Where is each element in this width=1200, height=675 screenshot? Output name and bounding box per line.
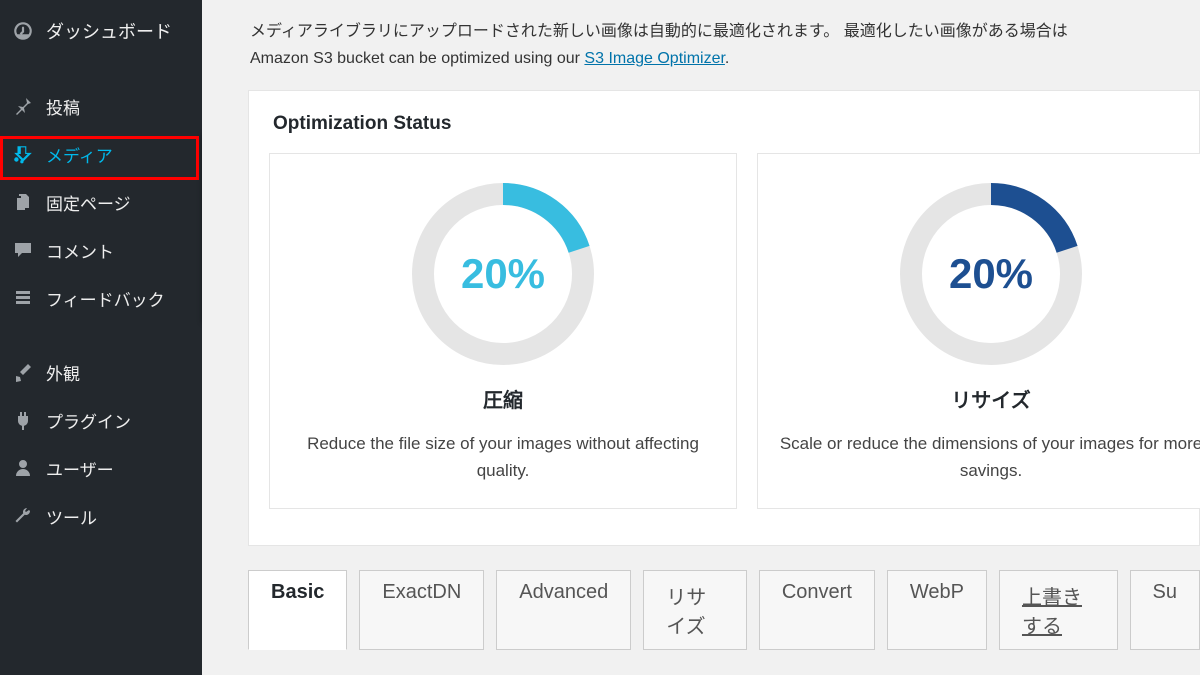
main-content: メディアライブラリにアップロードされた新しい画像は自動的に最適化されます。 最適… xyxy=(202,0,1200,675)
intro-line1: メディアライブラリにアップロードされた新しい画像は自動的に最適化されます。 最適… xyxy=(250,23,1068,40)
sidebar-item-dashboard[interactable]: ダッシュボード xyxy=(0,0,202,56)
sidebar-item-media[interactable]: メディア xyxy=(0,130,202,178)
media-icon xyxy=(12,143,34,165)
sidebar-item-appearance[interactable]: 外観 xyxy=(0,348,202,396)
compress-card: 20% 圧縮 Reduce the file size of your imag… xyxy=(269,153,737,509)
status-cards: 20% 圧縮 Reduce the file size of your imag… xyxy=(269,153,1179,509)
sidebar-item-plugins[interactable]: プラグイン xyxy=(0,396,202,444)
sidebar-item-label: コメント xyxy=(46,238,114,263)
sidebar-item-users[interactable]: ユーザー xyxy=(0,444,202,492)
tab-resize[interactable]: リサイズ xyxy=(643,570,747,650)
sidebar-item-comments[interactable]: コメント xyxy=(0,226,202,274)
resize-percent: 20% xyxy=(891,174,1091,374)
resize-card: 20% リサイズ Scale or reduce the dimensions … xyxy=(757,153,1200,509)
wrench-icon xyxy=(12,505,34,527)
resize-ring-chart: 20% xyxy=(891,174,1091,374)
compress-desc: Reduce the file size of your images with… xyxy=(290,431,716,484)
tab-convert[interactable]: Convert xyxy=(759,570,875,650)
tab-exactdn[interactable]: ExactDN xyxy=(359,570,484,650)
tab-basic[interactable]: Basic xyxy=(248,570,347,650)
panel-title: Optimization Status xyxy=(273,113,1179,135)
sidebar-item-label: ダッシュボード xyxy=(46,18,172,44)
sidebar-item-label: メディア xyxy=(46,142,113,167)
sidebar-item-label: プラグイン xyxy=(46,408,131,433)
tab-support[interactable]: Su xyxy=(1130,570,1200,650)
pages-icon xyxy=(12,191,34,213)
comment-icon xyxy=(12,239,34,261)
sidebar-item-label: ツール xyxy=(46,504,97,529)
brush-icon xyxy=(12,361,34,383)
admin-sidebar: ダッシュボード 投稿 メディア 固定ページ コメント フィードバック xyxy=(0,0,202,675)
tab-advanced[interactable]: Advanced xyxy=(496,570,631,650)
optimization-panel: Optimization Status 20% 圧縮 Reduce the fi… xyxy=(248,90,1200,546)
sidebar-item-posts[interactable]: 投稿 xyxy=(0,82,202,130)
sidebar-item-pages[interactable]: 固定ページ xyxy=(0,178,202,226)
compress-percent: 20% xyxy=(403,174,603,374)
compress-title: 圧縮 xyxy=(290,384,716,413)
pin-icon xyxy=(12,95,34,117)
form-icon xyxy=(12,287,34,309)
user-icon xyxy=(12,457,34,479)
sidebar-item-label: 固定ページ xyxy=(46,190,131,215)
compress-ring-chart: 20% xyxy=(403,174,603,374)
plug-icon xyxy=(12,409,34,431)
sidebar-item-label: フィードバック xyxy=(46,286,165,311)
sidebar-item-feedback[interactable]: フィードバック xyxy=(0,274,202,322)
sidebar-item-label: ユーザー xyxy=(46,456,114,481)
sidebar-item-tools[interactable]: ツール xyxy=(0,492,202,540)
intro-line2b: . xyxy=(725,50,729,67)
resize-desc: Scale or reduce the dimensions of your i… xyxy=(778,431,1200,484)
gauge-icon xyxy=(12,20,34,42)
resize-title: リサイズ xyxy=(778,384,1200,413)
tab-overwrite[interactable]: 上書きする xyxy=(999,570,1118,650)
intro-line2a: Amazon S3 bucket can be optimized using … xyxy=(250,50,584,67)
tab-webp[interactable]: WebP xyxy=(887,570,987,650)
sidebar-item-label: 投稿 xyxy=(46,94,80,119)
sidebar-item-label: 外観 xyxy=(46,360,80,385)
s3-optimizer-link[interactable]: S3 Image Optimizer xyxy=(584,50,725,67)
intro-text: メディアライブラリにアップロードされた新しい画像は自動的に最適化されます。 最適… xyxy=(250,18,1194,72)
settings-tabs: Basic ExactDN Advanced リサイズ Convert WebP… xyxy=(248,570,1200,650)
